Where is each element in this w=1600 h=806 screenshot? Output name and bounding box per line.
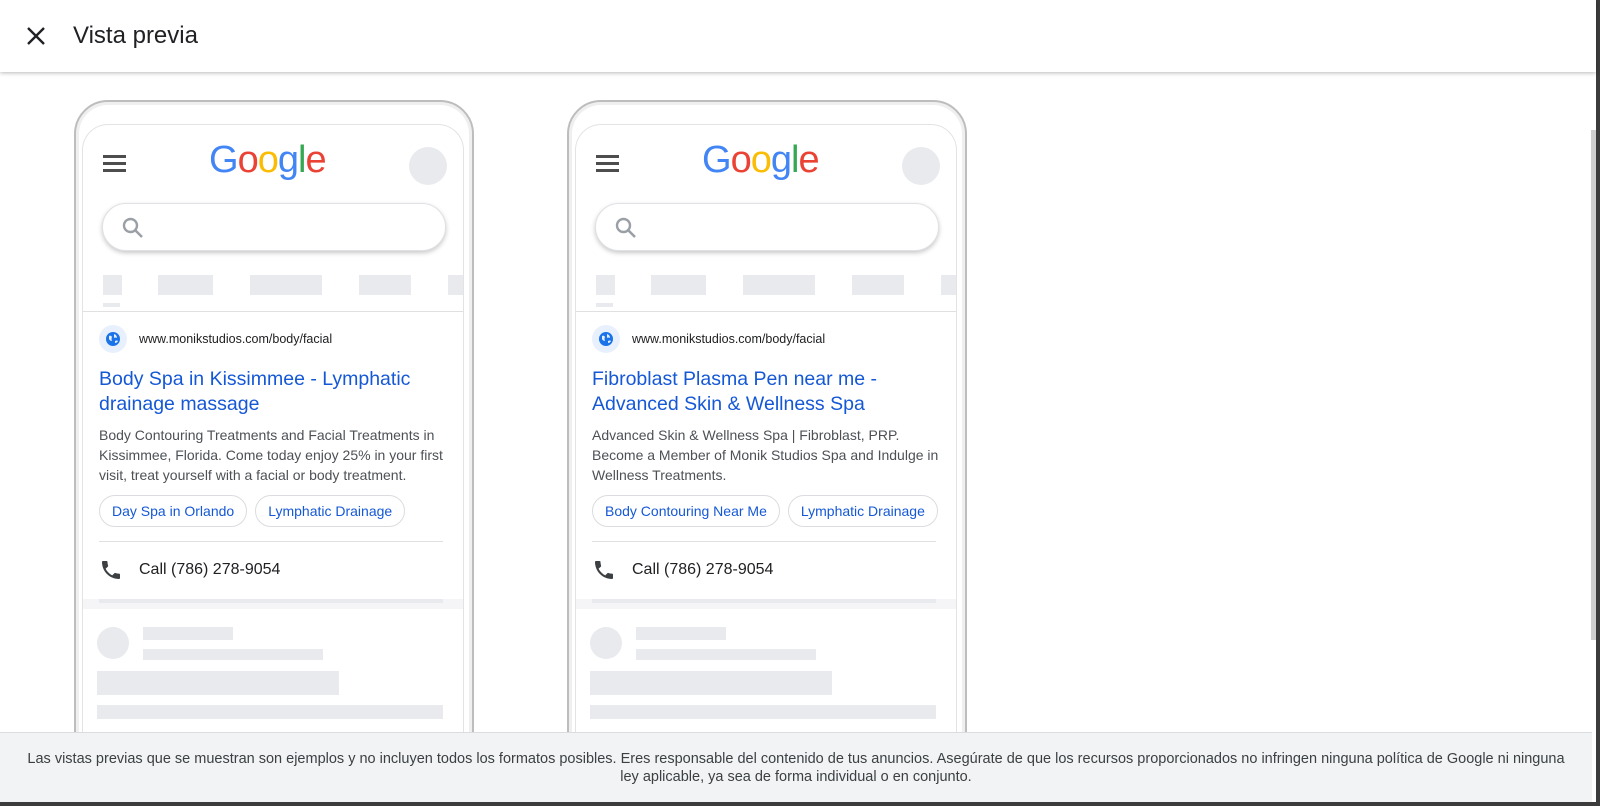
- close-icon: [27, 27, 45, 45]
- sitelink-chip[interactable]: Lymphatic Drainage: [787, 495, 938, 527]
- search-box: [595, 203, 939, 251]
- section-separator: [83, 599, 463, 609]
- avatar: [902, 147, 940, 185]
- google-logo: Google: [702, 139, 820, 181]
- tabs-skeleton: [83, 275, 463, 311]
- phone-preview-1: Google www.monikstudios.com/body/facial …: [74, 100, 474, 732]
- globe-icon: [99, 325, 127, 353]
- sitelinks: Body Contouring Near Me Lymphatic Draina…: [592, 495, 942, 527]
- phone-icon: [595, 561, 613, 579]
- menu-icon: [103, 155, 129, 175]
- ad-headline-link[interactable]: Fibroblast Plasma Pen near me - Advanced…: [592, 367, 942, 417]
- globe-icon: [592, 325, 620, 353]
- dialog-header: Vista previa: [0, 0, 1596, 72]
- preview-dialog: Vista previa Google www.monikstudios.com…: [0, 0, 1600, 806]
- ad-description: Body Contouring Treatments and Facial Tr…: [99, 427, 443, 483]
- section-separator: [576, 599, 956, 609]
- phone-preview-2: Google www.monikstudios.com/body/facial …: [567, 100, 967, 732]
- ad-result: www.monikstudios.com/body/facial Fibrobl…: [592, 323, 942, 598]
- google-logo: Google: [209, 139, 327, 181]
- disclaimer-footer: Las vistas previas que se muestran son e…: [0, 732, 1592, 802]
- menu-icon: [596, 155, 622, 175]
- sitelinks: Day Spa in Orlando Lymphatic Drainage: [99, 495, 449, 527]
- ad-url-row: www.monikstudios.com/body/facial: [592, 323, 942, 355]
- divider: [576, 311, 956, 312]
- call-text: Call (786) 278-9054: [632, 561, 774, 578]
- ad-headline-link[interactable]: Body Spa in Kissimmee - Lymphatic draina…: [99, 367, 449, 417]
- search-icon: [122, 217, 143, 238]
- tabs-skeleton: [576, 275, 956, 311]
- ad-display-url: www.monikstudios.com/body/facial: [632, 332, 826, 346]
- phone-screen: Google www.monikstudios.com/body/facial …: [82, 124, 464, 732]
- search-icon: [615, 217, 636, 238]
- sitelink-chip[interactable]: Day Spa in Orlando: [99, 495, 248, 527]
- phone-screen: Google www.monikstudios.com/body/facial …: [575, 124, 957, 732]
- window-edge: [0, 802, 1600, 806]
- divider: [83, 311, 463, 312]
- sitelink-chip[interactable]: Lymphatic Drainage: [255, 495, 406, 527]
- phone-icon: [102, 561, 120, 579]
- ad-url-row: www.monikstudios.com/body/facial: [99, 323, 449, 355]
- window-edge: [1596, 0, 1600, 806]
- disclaimer-text: Las vistas previas que se muestran son e…: [27, 750, 1565, 785]
- close-button[interactable]: [0, 0, 72, 72]
- call-extension[interactable]: Call (786) 278-9054: [99, 542, 449, 598]
- dialog-title: Vista previa: [73, 22, 198, 49]
- call-text: Call (786) 278-9054: [139, 561, 281, 578]
- call-extension[interactable]: Call (786) 278-9054: [592, 542, 942, 598]
- ad-description: Advanced Skin & Wellness Spa | Fibroblas…: [592, 427, 939, 483]
- avatar: [409, 147, 447, 185]
- preview-scroll-area[interactable]: Google www.monikstudios.com/body/facial …: [0, 72, 1596, 732]
- sitelink-chip[interactable]: Body Contouring Near Me: [592, 495, 780, 527]
- ad-result: www.monikstudios.com/body/facial Body Sp…: [99, 323, 449, 598]
- ad-display-url: www.monikstudios.com/body/facial: [139, 332, 333, 346]
- search-box: [102, 203, 446, 251]
